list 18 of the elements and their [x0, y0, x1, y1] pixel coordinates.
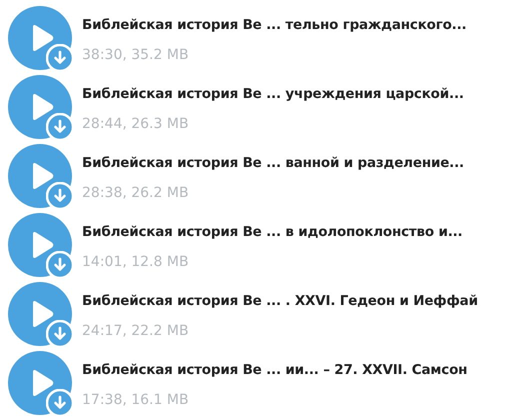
track-title: Библейская история Ве ... тельно гражданского...: [82, 16, 466, 35]
track-duration-size: 24:17, 22.2 MB: [82, 322, 190, 342]
download-icon[interactable]: [46, 44, 74, 72]
download-icon[interactable]: [46, 182, 74, 210]
track-title: Библейская история Ве ... учреждения царской...: [82, 85, 464, 104]
track-duration-size: 38:30, 35.2 MB: [82, 46, 190, 66]
download-icon[interactable]: [46, 320, 74, 348]
track-title: Библейская история Ве ... ванной и разделение...: [82, 154, 464, 173]
download-icon[interactable]: [46, 251, 74, 279]
track-duration-size: 28:44, 26.3 MB: [82, 115, 190, 134]
track-title: Библейская история Ве ... . XXVI. Гедеон и Иеффай: [82, 292, 478, 311]
download-icon[interactable]: [46, 113, 74, 141]
track-duration-size: 14:01, 12.8 MB: [82, 253, 190, 272]
track-duration-size: 17:38, 16.1 MB: [82, 391, 190, 410]
track-title: Библейская история Ве ... ии... – 27. XXVII. Самсон: [82, 361, 468, 380]
track-duration-size: 28:38, 26.2 MB: [82, 184, 190, 204]
download-icon[interactable]: [46, 389, 74, 417]
track-title: Библейская история Ве ... в идолопоклонство и...: [82, 223, 462, 242]
